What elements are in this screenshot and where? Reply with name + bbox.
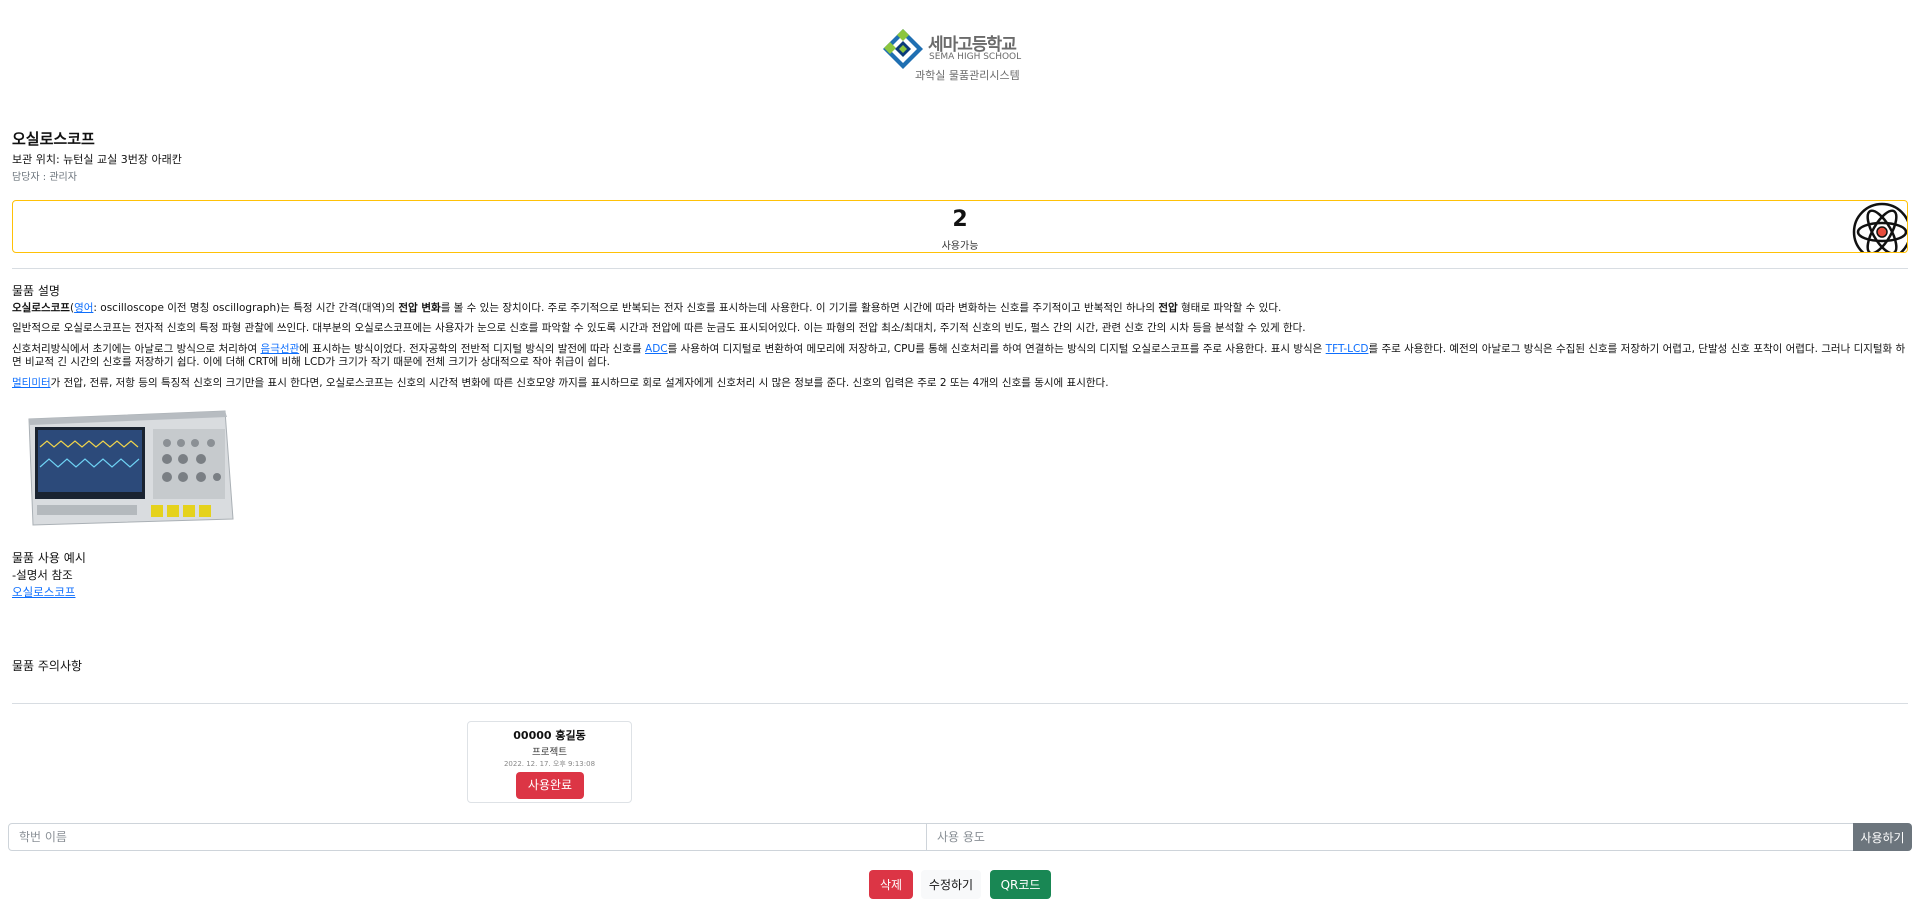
divider (12, 703, 1908, 704)
complete-use-button[interactable]: 사용완료 (516, 772, 584, 799)
available-label: 사용가능 (941, 241, 979, 252)
item-location: 보관 위치: 뉴턴실 교실 3번장 아래칸 (12, 153, 182, 166)
description-paragraph: 신호처리방식에서 초기에는 아날로그 방식으로 처리하여 음극선관에 표시하는 … (12, 343, 1910, 370)
atom-icon (1852, 202, 1907, 252)
student-id-name-input[interactable] (8, 823, 927, 851)
oscilloscope-image (28, 410, 234, 526)
crt-link[interactable]: 음극선관 (261, 343, 300, 355)
description-body: 오실로스코프(영어: oscilloscope 이전 명칭 oscillogra… (12, 302, 1910, 397)
edit-button[interactable]: 수정하기 (921, 870, 981, 899)
usage-record-card: 00000 홍길동 프로젝트 2022. 12. 17. 오후 9:13:08 … (467, 721, 632, 803)
school-logo[interactable]: 세마고등학교 SEMA HIGH SCHOOL 과학실 물품관리시스템 (882, 28, 1022, 88)
delete-button[interactable]: 삭제 (869, 870, 913, 899)
bold-text: 전압 변화 (398, 302, 441, 314)
divider (12, 268, 1908, 269)
record-timestamp: 2022. 12. 17. 오후 9:13:08 (503, 760, 596, 768)
text: 를 볼 수 있는 장치이다. 주로 주기적으로 반복되는 전자 신호를 표시하는… (440, 302, 1159, 314)
availability-box: 2 사용가능 (12, 200, 1908, 253)
description-paragraph: 멀티미터가 전압, 전류, 저항 등의 특징적 신호의 크기만을 표시 한다면,… (12, 377, 1910, 390)
text: 신호처리방식에서 초기에는 아날로그 방식으로 처리하여 (12, 342, 261, 355)
description-title: 물품 설명 (12, 284, 60, 298)
tft-lcd-link[interactable]: TFT-LCD (1326, 343, 1369, 355)
bold-text: 전압 (1158, 302, 1178, 314)
description-paragraph: 일반적으로 오실로스코프는 전자적 신호의 특정 파형 관찰에 쓰인다. 대부분… (12, 322, 1306, 335)
record-user: 00000 홍길동 (513, 729, 586, 742)
usage-line: -설명서 참조 (12, 568, 73, 582)
usage-form: 사용하기 (8, 823, 1912, 851)
term-bold: 오실로스코프 (12, 302, 70, 314)
text: 형태로 파악할 수 있다. (1177, 302, 1282, 314)
description-paragraph: 오실로스코프(영어: oscilloscope 이전 명칭 oscillogra… (12, 302, 1282, 314)
adc-link[interactable]: ADC (645, 343, 668, 355)
text: 에 표시하는 방식이었다. 전자공학의 전반적 디지털 방식의 발전에 따라 신… (299, 342, 646, 355)
available-count: 2 (952, 207, 968, 232)
header: 세마고등학교 SEMA HIGH SCHOOL 과학실 물품관리시스템 (0, 0, 1920, 90)
use-button[interactable]: 사용하기 (1853, 823, 1912, 851)
english-link[interactable]: 영어 (74, 302, 93, 314)
school-name-en: SEMA HIGH SCHOOL (929, 52, 1022, 62)
text: 가 전압, 전류, 저항 등의 특징적 신호의 크기만을 표시 한다면, 오실로… (50, 376, 1109, 389)
purpose-input[interactable] (926, 823, 1854, 851)
text: : oscilloscope 이전 명칭 oscillograph)는 특정 시… (93, 302, 399, 314)
item-manager: 담당자 : 관리자 (12, 172, 77, 183)
school-logo-mark-icon (883, 29, 923, 69)
usage-title: 물품 사용 예시 (12, 551, 86, 565)
caution-title: 물품 주의사항 (12, 659, 83, 673)
multimeter-link[interactable]: 멀티미터 (12, 377, 51, 389)
text: 를 사용하여 디지털로 변환하여 메모리에 저장하고, CPU를 통해 신호처리… (667, 342, 1326, 355)
usage-link[interactable]: 오실로스코프 (12, 584, 75, 600)
item-title: 오실로스코프 (12, 130, 95, 148)
qr-code-button[interactable]: QR코드 (990, 870, 1051, 899)
record-purpose: 프로젝트 (532, 747, 567, 758)
system-name: 과학실 물품관리시스템 (915, 69, 1020, 82)
